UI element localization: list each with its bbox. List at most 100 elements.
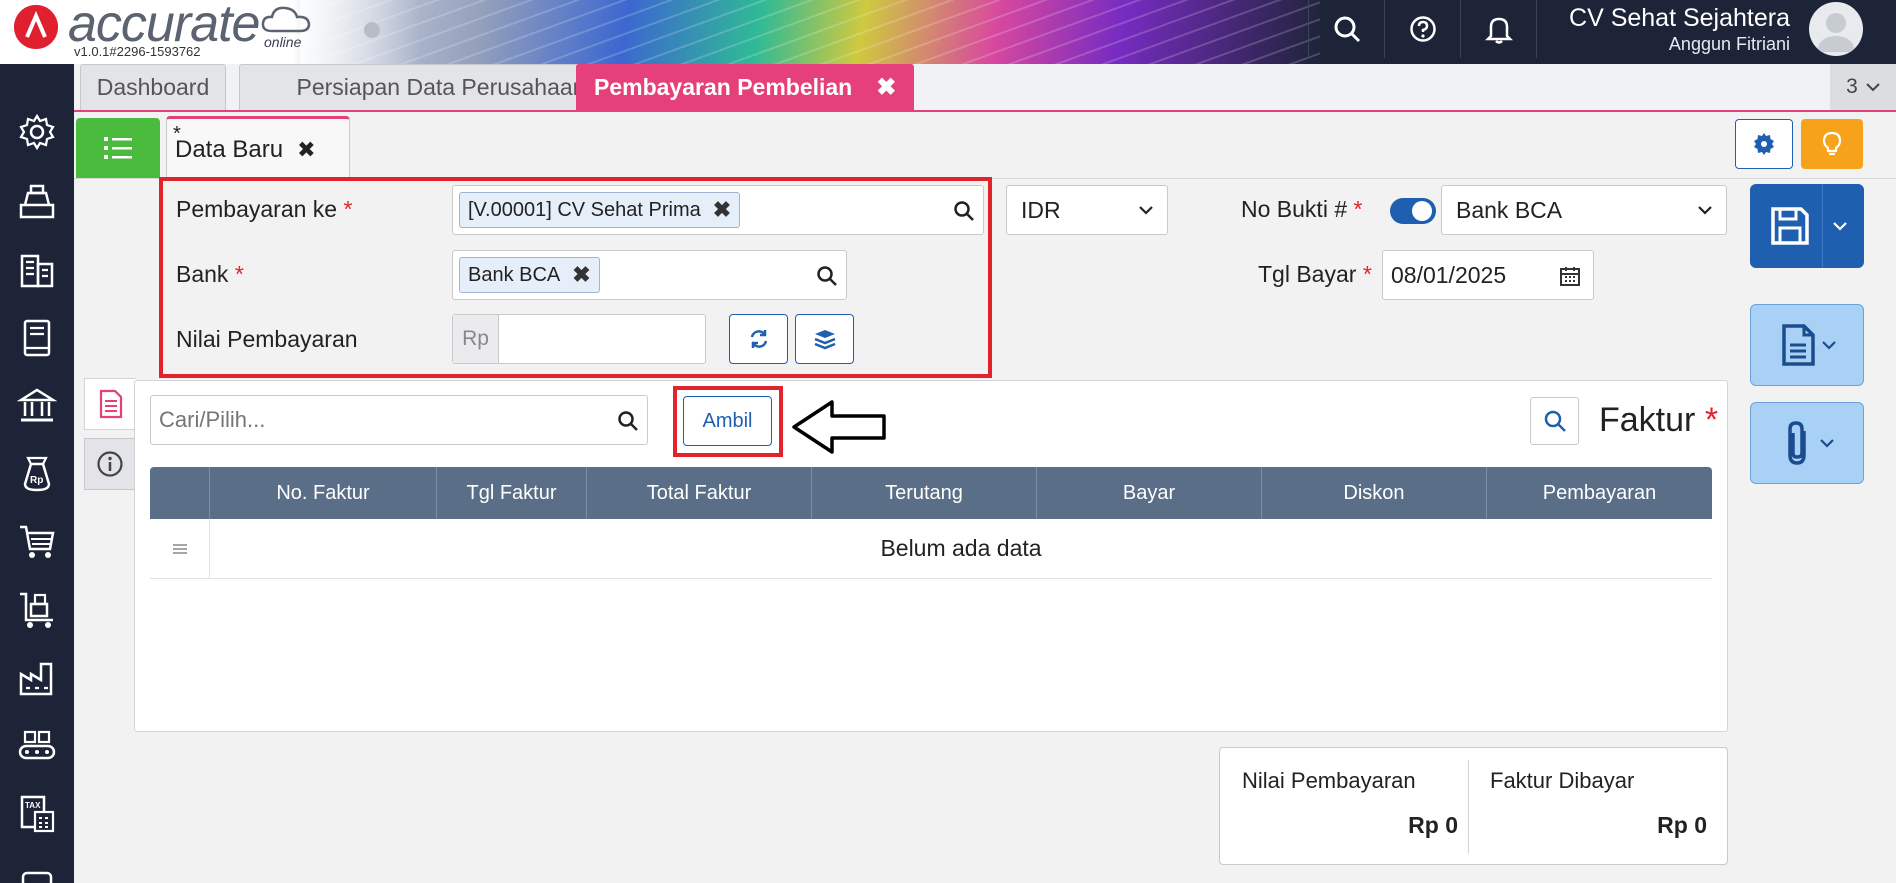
drag-handle-icon	[172, 543, 187, 554]
attachment-button[interactable]	[1750, 402, 1864, 484]
sidebar-item-settings[interactable]	[10, 108, 64, 156]
nilai-pembayaran-field[interactable]: Rp	[452, 314, 706, 364]
tab-label: Persiapan Data Perusahaan	[296, 74, 586, 100]
sidebar-item-fixed-asset[interactable]	[10, 654, 64, 702]
search-icon[interactable]	[953, 200, 975, 222]
gear-icon	[19, 113, 55, 151]
bank-icon	[17, 388, 57, 422]
currency-select[interactable]: IDR	[1006, 185, 1168, 235]
no-bukti-value: Bank BCA	[1456, 196, 1563, 223]
tab-bar: Dashboard Persiapan Data Perusahaan Pemb…	[74, 64, 1896, 112]
refresh-icon	[750, 330, 767, 348]
sidebar-item-tax[interactable]: TAX	[10, 790, 64, 838]
paperclip-icon	[1788, 421, 1806, 465]
search-icon	[1544, 410, 1566, 432]
document-button[interactable]	[1750, 304, 1864, 386]
tab-count-value: 3	[1846, 75, 1858, 98]
row-handle[interactable]	[150, 519, 210, 578]
table-row: Belum ada data	[150, 519, 1712, 579]
calendar-icon[interactable]	[1559, 265, 1581, 287]
tab-pembayaran-pembelian[interactable]: Pembayaran Pembelian ✖	[576, 64, 915, 110]
rp-prefix: Rp	[453, 315, 499, 363]
tab-faktur-detail[interactable]	[84, 378, 136, 430]
sidebar-item-more[interactable]	[10, 858, 64, 883]
empty-table-message: Belum ada data	[880, 535, 1042, 561]
recalculate-button[interactable]	[729, 314, 788, 364]
summary-faktur-value: Rp 0	[1657, 812, 1707, 838]
user-name[interactable]: Anggun Fitriani	[1669, 34, 1790, 55]
col-no-faktur[interactable]: No. Faktur	[210, 467, 437, 519]
summary-nilai-label: Nilai Pembayaran	[1242, 768, 1416, 793]
tab-dashboard[interactable]: Dashboard	[80, 64, 226, 110]
tab-label: Pembayaran Pembelian	[594, 74, 853, 100]
vendor-field[interactable]: [V.00001] CV Sehat Prima ✖	[452, 185, 984, 235]
tab-label: Dashboard	[96, 74, 210, 100]
auto-number-toggle[interactable]	[1390, 198, 1436, 224]
version-text: v1.0.1#2296-1593762	[74, 44, 201, 59]
tab-close-icon[interactable]: ✖	[876, 73, 896, 102]
pembayaran-ke-label: Pembayaran ke *	[176, 196, 353, 222]
company-name[interactable]: CV Sehat Sejahtera	[1569, 4, 1790, 33]
gear-icon	[1754, 133, 1774, 155]
no-bukti-select[interactable]: Bank BCA	[1441, 185, 1727, 235]
cart-icon	[20, 525, 55, 558]
faktur-search-button[interactable]	[1530, 397, 1579, 445]
table-header-handle	[150, 467, 210, 519]
search-icon	[1334, 16, 1360, 43]
notifications-button[interactable]	[1460, 0, 1536, 58]
search-button[interactable]	[1308, 0, 1384, 58]
factory-icon	[19, 662, 53, 696]
sidebar-item-sales[interactable]	[10, 178, 64, 226]
toggle-knob	[1412, 201, 1432, 221]
help-button[interactable]	[1384, 0, 1460, 58]
sidebar-item-bank[interactable]	[10, 382, 64, 430]
split-divider	[1821, 184, 1823, 268]
money-bag-icon: Rp	[23, 456, 51, 492]
currency-value: IDR	[1021, 196, 1061, 223]
svg-text:Rp: Rp	[30, 475, 43, 486]
ambil-button[interactable]: Ambil	[683, 396, 772, 446]
col-terutang[interactable]: Terutang	[812, 467, 1037, 519]
avatar[interactable]	[1809, 2, 1863, 56]
tab-info[interactable]	[84, 438, 136, 490]
chevron-down-icon	[1822, 341, 1836, 350]
faktur-search-input[interactable]	[159, 404, 599, 436]
close-icon[interactable]: ✖	[297, 137, 315, 163]
close-icon[interactable]: ✖	[713, 197, 731, 223]
settings-button[interactable]	[1735, 119, 1793, 169]
question-icon	[1409, 16, 1436, 42]
tgl-bayar-field[interactable]: 08/01/2025	[1382, 250, 1594, 300]
tab-count-dropdown[interactable]: 3	[1830, 64, 1896, 110]
sidebar-item-payment[interactable]: Rp	[10, 450, 64, 498]
subtab-label: Data Baru	[175, 135, 284, 163]
search-icon[interactable]	[617, 410, 639, 432]
unsaved-mark: *	[173, 123, 181, 145]
layers-button[interactable]	[795, 314, 854, 364]
bank-field[interactable]: Bank BCA ✖	[452, 250, 847, 300]
search-icon[interactable]	[816, 265, 838, 287]
col-pembayaran[interactable]: Pembayaran	[1487, 467, 1712, 519]
logo-area[interactable]: accurate online v1.0.1#2296-1593762	[0, 0, 420, 64]
chevron-down-icon	[1866, 83, 1880, 92]
tips-button[interactable]	[1801, 119, 1863, 169]
sidebar-item-inventory[interactable]	[10, 586, 64, 634]
col-diskon[interactable]: Diskon	[1262, 467, 1487, 519]
faktur-search-field[interactable]	[150, 395, 648, 445]
summary-nilai-value: Rp 0	[1408, 812, 1458, 838]
sidebar-item-manufacture[interactable]	[10, 722, 64, 770]
tab-data-baru[interactable]: * Data Baru ✖	[166, 116, 350, 180]
list-view-button[interactable]	[76, 118, 160, 178]
document-icon	[99, 389, 122, 419]
save-button[interactable]	[1750, 184, 1864, 268]
cash-register-icon	[19, 184, 55, 219]
sidebar-item-ledger[interactable]	[10, 314, 64, 362]
sidebar-item-company[interactable]	[10, 246, 64, 294]
sidebar-item-purchase[interactable]	[10, 518, 64, 566]
close-icon[interactable]: ✖	[572, 262, 590, 288]
col-total-faktur[interactable]: Total Faktur	[587, 467, 812, 519]
col-tgl-faktur[interactable]: Tgl Faktur	[437, 467, 587, 519]
chevron-down-icon	[1832, 222, 1847, 231]
trolley-icon	[20, 592, 53, 628]
vendor-chip: [V.00001] CV Sehat Prima ✖	[459, 192, 741, 228]
col-bayar[interactable]: Bayar	[1037, 467, 1262, 519]
